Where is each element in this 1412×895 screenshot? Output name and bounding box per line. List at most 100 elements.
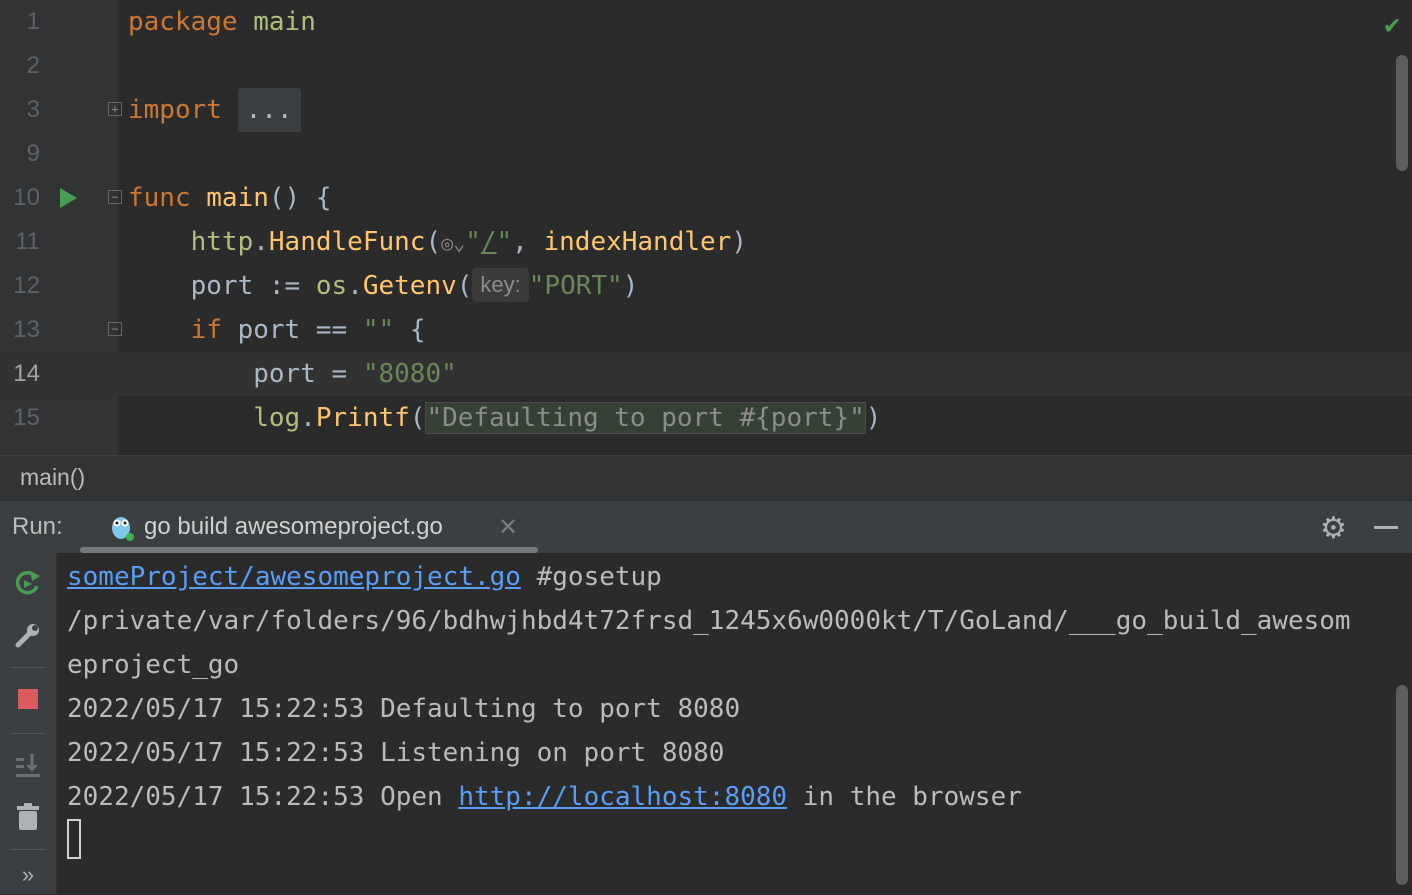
- identifier: port: [253, 359, 316, 389]
- operator: ==: [316, 315, 347, 345]
- fold-collapse-icon[interactable]: −: [108, 190, 122, 204]
- url-link[interactable]: http://localhost:8080: [458, 782, 787, 812]
- console-text: 2022/05/17 15:22:53 Open: [67, 782, 458, 812]
- gopher-icon: [108, 513, 136, 541]
- gear-icon[interactable]: ⚙: [1320, 511, 1347, 546]
- console-line: 2022/05/17 15:22:53 Open http://localhos…: [67, 775, 1022, 819]
- run-console[interactable]: someProject/awesomeproject.go #gosetup /…: [57, 553, 1412, 894]
- code-line-current: 14 port = "8080": [0, 352, 1412, 396]
- more-icon[interactable]: »: [8, 855, 48, 895]
- function-call: Printf: [316, 403, 410, 433]
- string-literal: "": [363, 315, 394, 345]
- globe-icon[interactable]: ◎⌄: [441, 231, 465, 255]
- rerun-icon: [13, 568, 43, 598]
- console-line: eproject_go: [67, 643, 239, 687]
- line-number: 11: [0, 220, 40, 264]
- package-ref: os: [316, 271, 347, 301]
- stop-button[interactable]: [8, 679, 48, 719]
- line-number: 10: [0, 176, 40, 220]
- keyword: import: [128, 95, 222, 125]
- text-cursor: [67, 819, 81, 859]
- punctuation: ): [731, 227, 747, 257]
- wrench-icon: [13, 620, 43, 650]
- toolbar-separator: [10, 733, 46, 734]
- close-icon[interactable]: ✕: [498, 513, 518, 542]
- console-line: 2022/05/17 15:22:53 Defaulting to port 8…: [67, 687, 740, 731]
- console-text: #gosetup: [521, 562, 662, 592]
- code-line: 3 + import ...: [0, 88, 1412, 132]
- package-ref: log: [253, 403, 300, 433]
- settings-button[interactable]: [8, 615, 48, 655]
- line-number: 13: [0, 308, 40, 352]
- identifier: port: [238, 315, 301, 345]
- keyword: package: [128, 7, 238, 37]
- console-line: someProject/awesomeproject.go #gosetup: [67, 555, 662, 599]
- line-number: 15: [0, 396, 40, 440]
- console-line: 2022/05/17 15:22:53 Listening on port 80…: [67, 731, 724, 775]
- line-number: 14: [0, 352, 40, 396]
- breadcrumb: main(): [0, 455, 1412, 500]
- string-literal: "8080": [363, 359, 457, 389]
- stop-icon: [16, 687, 40, 711]
- punctuation: ,: [512, 227, 528, 257]
- punctuation: (: [410, 403, 426, 433]
- run-gutter-icon[interactable]: [60, 188, 77, 208]
- string-literal: ": [465, 227, 481, 257]
- line-number: 12: [0, 264, 40, 308]
- punctuation: (: [425, 227, 441, 257]
- route-string: /: [481, 227, 497, 257]
- toolbar-separator: [10, 849, 46, 850]
- function-call: Getenv: [363, 271, 457, 301]
- toolbar-separator: [10, 667, 46, 668]
- package-ref: http: [191, 227, 254, 257]
- scroll-to-end-button[interactable]: [8, 745, 48, 785]
- code-editor[interactable]: ✔ 1 package main 2 3 + import ... 9 10 −…: [0, 0, 1412, 455]
- run-label: Run:: [12, 513, 63, 541]
- minimize-icon[interactable]: [1374, 526, 1398, 529]
- punctuation: ): [866, 403, 882, 433]
- fold-collapse-icon[interactable]: −: [108, 322, 122, 336]
- function-call: HandleFunc: [269, 227, 426, 257]
- code-line: 11 http.HandleFunc(◎⌄"/", indexHandler): [0, 220, 1412, 264]
- punctuation: ): [623, 271, 639, 301]
- clear-button[interactable]: [8, 797, 48, 837]
- keyword: if: [191, 315, 222, 345]
- console-line: /private/var/folders/96/bdhwjhbd4t72frsd…: [67, 599, 1351, 643]
- operator: :=: [269, 271, 300, 301]
- punctuation: {: [410, 315, 426, 345]
- code-line: 13 − if port == "" {: [0, 308, 1412, 352]
- code-line: 9: [0, 132, 1412, 176]
- package-name: main: [253, 7, 316, 37]
- string-literal: ": [497, 227, 513, 257]
- function-name: main: [206, 183, 269, 213]
- console-scrollbar[interactable]: [1396, 685, 1408, 885]
- trash-icon: [15, 802, 41, 832]
- keyword: func: [128, 183, 191, 213]
- run-toolbar: »: [0, 553, 57, 894]
- code-line: 1 package main: [0, 0, 1412, 44]
- operator: =: [332, 359, 348, 389]
- string-literal: "PORT": [529, 271, 623, 301]
- fold-expand-icon[interactable]: +: [108, 102, 122, 116]
- folded-imports[interactable]: ...: [238, 88, 301, 132]
- identifier: port: [191, 271, 254, 301]
- breadcrumb-item[interactable]: main(): [20, 464, 85, 491]
- line-number: 9: [0, 132, 40, 176]
- code-line: 2: [0, 44, 1412, 88]
- file-link[interactable]: someProject/awesomeproject.go: [67, 562, 521, 592]
- code-line: 15 log.Printf("Defaulting to port #{port…: [0, 396, 1412, 440]
- parameter-hint: key:: [472, 268, 528, 302]
- tab-title: go build awesomeproject.go: [144, 513, 443, 541]
- punctuation: (: [457, 271, 473, 301]
- string-literal: "Defaulting to port #{port}": [425, 402, 865, 434]
- identifier: indexHandler: [543, 227, 731, 257]
- rerun-button[interactable]: [8, 563, 48, 603]
- line-number: 2: [0, 44, 40, 88]
- run-tab[interactable]: go build awesomeproject.go ✕: [80, 501, 538, 553]
- line-number: 3: [0, 88, 40, 132]
- line-number: 1: [0, 0, 40, 44]
- scroll-to-end-icon: [13, 750, 43, 780]
- punctuation: () {: [269, 183, 332, 213]
- console-text: in the browser: [787, 782, 1022, 812]
- run-tool-window-header: Run: go build awesomeproject.go ✕ ⚙: [0, 500, 1412, 553]
